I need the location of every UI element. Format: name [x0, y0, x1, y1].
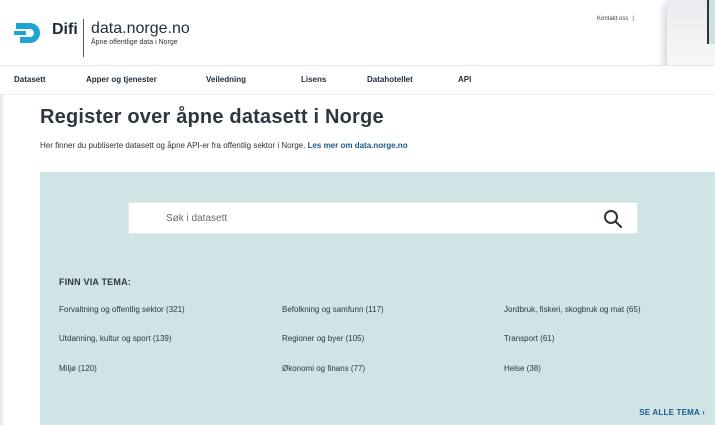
search-box [128, 202, 638, 234]
difi-logo-icon[interactable] [14, 20, 44, 46]
overlapping-window-corner [667, 0, 715, 70]
header-link-separator: | [632, 16, 634, 22]
theme-link[interactable]: Forvaltning og offentlig sektor (321) [59, 305, 185, 314]
theme-link[interactable]: Utdanning, kultur og sport (139) [59, 334, 172, 343]
contact-link[interactable]: Kontakt oss [597, 16, 628, 22]
logo-divider [83, 19, 84, 57]
themes-heading: FINN VIA TEMA: [59, 277, 131, 287]
search-input[interactable] [129, 203, 589, 233]
header-links: Kontakt oss | [597, 16, 634, 22]
window-left-edge [0, 95, 5, 425]
nav-item-api[interactable]: API [458, 75, 471, 84]
theme-link[interactable]: Jordbruk, fiskeri, skogbruk og mat (65) [504, 305, 641, 314]
main-navigation: Datasett Apper og tjenester Veiledning L… [0, 65, 715, 95]
overlapping-window-edge [707, 0, 715, 44]
brand-name[interactable]: Difi [52, 21, 78, 39]
theme-link[interactable]: Transport (61) [504, 334, 554, 343]
search-panel: FINN VIA TEMA: Forvaltning og offentlig … [40, 172, 715, 425]
read-more-link[interactable]: Les mer om data.norge.no [308, 141, 408, 150]
nav-item-datahotellet[interactable]: Datahotellet [367, 75, 413, 84]
see-all-themes-link[interactable]: SE ALLE TEMA › [639, 408, 705, 417]
theme-link[interactable]: Miljø (120) [59, 364, 97, 373]
nav-item-veiledning[interactable]: Veiledning [206, 75, 246, 84]
intro-text: Her finner du publiserte datasett og åpn… [40, 141, 408, 150]
theme-link[interactable]: Befolkning og samfunn (117) [282, 305, 384, 314]
intro-text-body: Her finner du publiserte datasett og åpn… [40, 141, 308, 150]
site-name[interactable]: data.norge.no [91, 20, 190, 38]
nav-item-lisens[interactable]: Lisens [301, 75, 326, 84]
theme-link[interactable]: Økonomi og finans (77) [282, 364, 365, 373]
site-tagline: Åpne offentlige data i Norge [91, 39, 178, 46]
site-header: Difi data.norge.no Åpne offentlige data … [0, 0, 715, 65]
theme-link[interactable]: Regioner og byer (105) [282, 334, 364, 343]
page-title: Register over åpne datasett i Norge [40, 106, 384, 128]
search-icon[interactable] [603, 209, 623, 229]
nav-item-apper-og-tjenester[interactable]: Apper og tjenester [86, 75, 157, 84]
nav-item-datasett[interactable]: Datasett [14, 75, 46, 84]
theme-link[interactable]: Helse (38) [504, 364, 541, 373]
